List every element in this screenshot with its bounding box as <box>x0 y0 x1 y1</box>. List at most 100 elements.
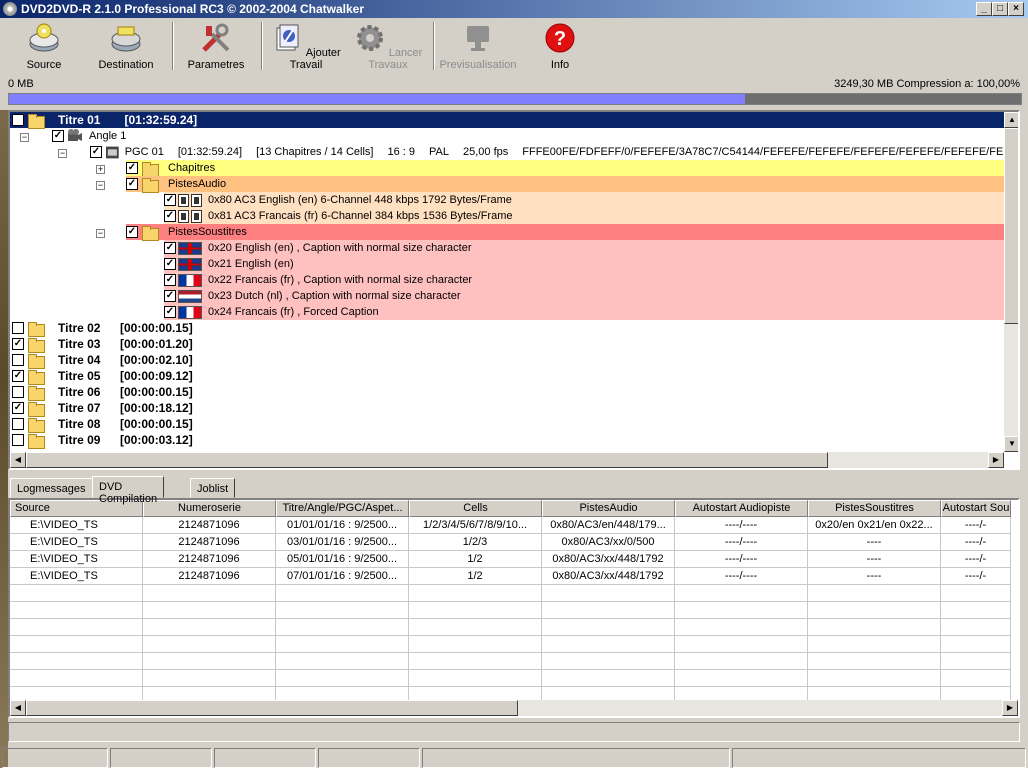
grid-cell <box>941 670 1011 687</box>
subtitle-checkbox[interactable]: ✓ <box>164 306 176 318</box>
grid-cell: E:\VIDEO_TS <box>10 517 143 534</box>
title-checkbox[interactable]: ✓ <box>12 338 24 350</box>
minimize-button[interactable]: _ <box>976 2 992 16</box>
tree-title-row[interactable]: ✓ Titre 03 [00:00:01.20] <box>10 336 193 353</box>
scroll-thumb[interactable] <box>26 700 518 716</box>
tab-joblist[interactable]: Joblist <box>190 478 236 498</box>
chapitres-expand-toggle[interactable]: + <box>96 165 105 174</box>
grid-cell <box>409 653 542 670</box>
grid-cell: 0x20/en 0x21/en 0x22... <box>808 517 941 534</box>
title-checkbox[interactable] <box>12 434 24 446</box>
previsualisation-button[interactable]: Previsualisation <box>438 22 518 72</box>
info-button[interactable]: ? Info <box>538 22 582 72</box>
subtitle-checkbox[interactable]: ✓ <box>164 274 176 286</box>
grid-cell <box>941 653 1011 670</box>
pistesaudio-collapse-toggle[interactable]: − <box>96 181 105 190</box>
lancer-travaux-button[interactable]: Lancer Travaux <box>348 22 428 72</box>
tree-title-row[interactable]: Titre 02 [00:00:00.15] <box>10 320 193 337</box>
title-name: Titre 05 <box>58 369 101 383</box>
tree-title-row[interactable]: ✓ Titre 05 [00:00:09.12] <box>10 368 193 385</box>
title-checkbox[interactable] <box>12 354 24 366</box>
parametres-button[interactable]: Parametres <box>186 22 246 72</box>
tree-horizontal-scrollbar[interactable]: ◀ ▶ <box>10 452 1004 468</box>
ajouter-travail-button[interactable]: Ajouter Travail <box>268 22 344 72</box>
compilation-grid[interactable]: Source Numeroserie Titre/Angle/PGC/Aspet..… <box>8 498 1020 718</box>
grid-cell: 0x80/AC3/xx/448/1792 <box>542 551 675 568</box>
tree-titre-01[interactable]: ✓ Titre 01 [01:32:59.24] <box>10 112 1004 129</box>
tree-chapitres[interactable]: ✓ Chapitres <box>126 160 1004 177</box>
grid-horizontal-scrollbar[interactable]: ◀ ▶ <box>10 700 1018 716</box>
tree-subtitle-track[interactable]: ✓ 0x24 Francais (fr) , Forced Caption <box>164 304 1004 320</box>
scroll-thumb[interactable] <box>1004 128 1018 324</box>
title-checkbox[interactable]: ✓ <box>12 370 24 382</box>
pgc-checkbox[interactable]: ✓ <box>90 146 102 158</box>
grid-cell: 1/2 <box>409 568 542 585</box>
tree-subtitle-track[interactable]: ✓ 0x23 Dutch (nl) , Caption with normal … <box>164 288 1004 304</box>
pistessoustitres-collapse-toggle[interactable]: − <box>96 229 105 238</box>
titre-01-checkbox[interactable]: ✓ <box>12 114 24 126</box>
title-name: Titre 03 <box>58 337 101 351</box>
grid-column-header[interactable]: PistesAudio <box>542 500 675 517</box>
subtitle-checkbox[interactable]: ✓ <box>164 290 176 302</box>
grid-cell: ---- <box>808 534 941 551</box>
scroll-down-button[interactable]: ▼ <box>1004 436 1018 452</box>
tree-subtitle-track[interactable]: ✓ 0x22 Francais (fr) , Caption with norm… <box>164 272 1004 288</box>
scroll-left-button[interactable]: ◀ <box>10 700 26 716</box>
tree-angle[interactable]: ✓ Angle 1 <box>52 128 126 144</box>
tree-title-row[interactable]: Titre 08 [00:00:00.15] <box>10 416 193 433</box>
title-checkbox[interactable] <box>12 322 24 334</box>
tree-vertical-scrollbar[interactable]: ▲ ▼ <box>1004 112 1018 452</box>
title-tree[interactable]: ✓ Titre 01 [01:32:59.24] − ✓ Angle 1 − ✓… <box>8 110 1020 470</box>
scroll-right-button[interactable]: ▶ <box>988 452 1004 468</box>
grid-column-header[interactable]: Autostart Audiopiste <box>675 500 808 517</box>
tree-pgc[interactable]: ✓ PGC 01 [01:32:59.24] [13 Chapitres / 1… <box>90 144 1010 160</box>
subtitle-checkbox[interactable]: ✓ <box>164 258 176 270</box>
tree-subtitle-track[interactable]: ✓ 0x20 English (en) , Caption with norma… <box>164 240 1004 256</box>
tree-pistessoustitres[interactable]: ✓ PistesSoustitres <box>126 224 1004 241</box>
grid-column-header[interactable]: Numeroserie <box>143 500 276 517</box>
grid-column-header[interactable]: Autostart Sou <box>941 500 1011 517</box>
scroll-thumb[interactable] <box>26 452 828 468</box>
title-name: Titre 08 <box>58 417 101 431</box>
pgc-collapse-toggle[interactable]: − <box>58 149 67 158</box>
title-checkbox[interactable] <box>12 418 24 430</box>
audio-track-checkbox[interactable]: ✓ <box>164 210 176 222</box>
grid-cell: 2124871096 <box>143 517 276 534</box>
tree-audio-track[interactable]: ✓ 0x80 AC3 English (en) 6-Channel 448 kb… <box>164 192 1004 208</box>
tab-dvd-compilation[interactable]: DVD Compilation <box>92 476 165 505</box>
pistessoustitres-checkbox[interactable]: ✓ <box>126 226 138 238</box>
tree-pistesaudio[interactable]: ✓ PistesAudio <box>126 176 1004 193</box>
grid-cell <box>675 670 808 687</box>
angle-collapse-toggle[interactable]: − <box>20 133 29 142</box>
maximize-button[interactable]: □ <box>992 2 1008 16</box>
tab-logmessages[interactable]: Logmessages <box>10 478 93 498</box>
grid-cell <box>808 636 941 653</box>
tree-subtitle-track[interactable]: ✓ 0x21 English (en) <box>164 256 1004 272</box>
grid-column-header[interactable]: Cells <box>409 500 542 517</box>
title-checkbox[interactable] <box>12 386 24 398</box>
pistesaudio-checkbox[interactable]: ✓ <box>126 178 138 190</box>
toolbar: Source Destination Parametres Ajouter Tr… <box>0 18 1028 74</box>
tree-title-row[interactable]: Titre 09 [00:00:03.12] <box>10 432 193 449</box>
size-compression-label: 3249,30 MB Compression a: 100,00% <box>834 78 1020 90</box>
subtitle-label: 0x21 English (en) <box>208 258 294 270</box>
pgc-format: PAL <box>429 146 449 158</box>
destination-button[interactable]: Destination <box>96 22 156 72</box>
source-button[interactable]: Source <box>18 22 70 72</box>
audio-track-checkbox[interactable]: ✓ <box>164 194 176 206</box>
scroll-left-button[interactable]: ◀ <box>10 452 26 468</box>
grid-cell: E:\VIDEO_TS <box>10 551 143 568</box>
scroll-up-button[interactable]: ▲ <box>1004 112 1018 128</box>
close-button[interactable]: × <box>1008 2 1024 16</box>
subtitle-checkbox[interactable]: ✓ <box>164 242 176 254</box>
grid-column-header[interactable]: PistesSoustitres <box>808 500 941 517</box>
chapitres-checkbox[interactable]: ✓ <box>126 162 138 174</box>
tree-title-row[interactable]: Titre 04 [00:00:02.10] <box>10 352 193 369</box>
angle-checkbox[interactable]: ✓ <box>52 130 64 142</box>
scroll-right-button[interactable]: ▶ <box>1002 700 1018 716</box>
tree-title-row[interactable]: Titre 06 [00:00:00.15] <box>10 384 193 401</box>
title-checkbox[interactable]: ✓ <box>12 402 24 414</box>
grid-column-header[interactable]: Titre/Angle/PGC/Aspet... <box>276 500 409 517</box>
tree-title-row[interactable]: ✓ Titre 07 [00:00:18.12] <box>10 400 193 417</box>
tree-audio-track[interactable]: ✓ 0x81 AC3 Francais (fr) 6-Channel 384 k… <box>164 208 1004 224</box>
